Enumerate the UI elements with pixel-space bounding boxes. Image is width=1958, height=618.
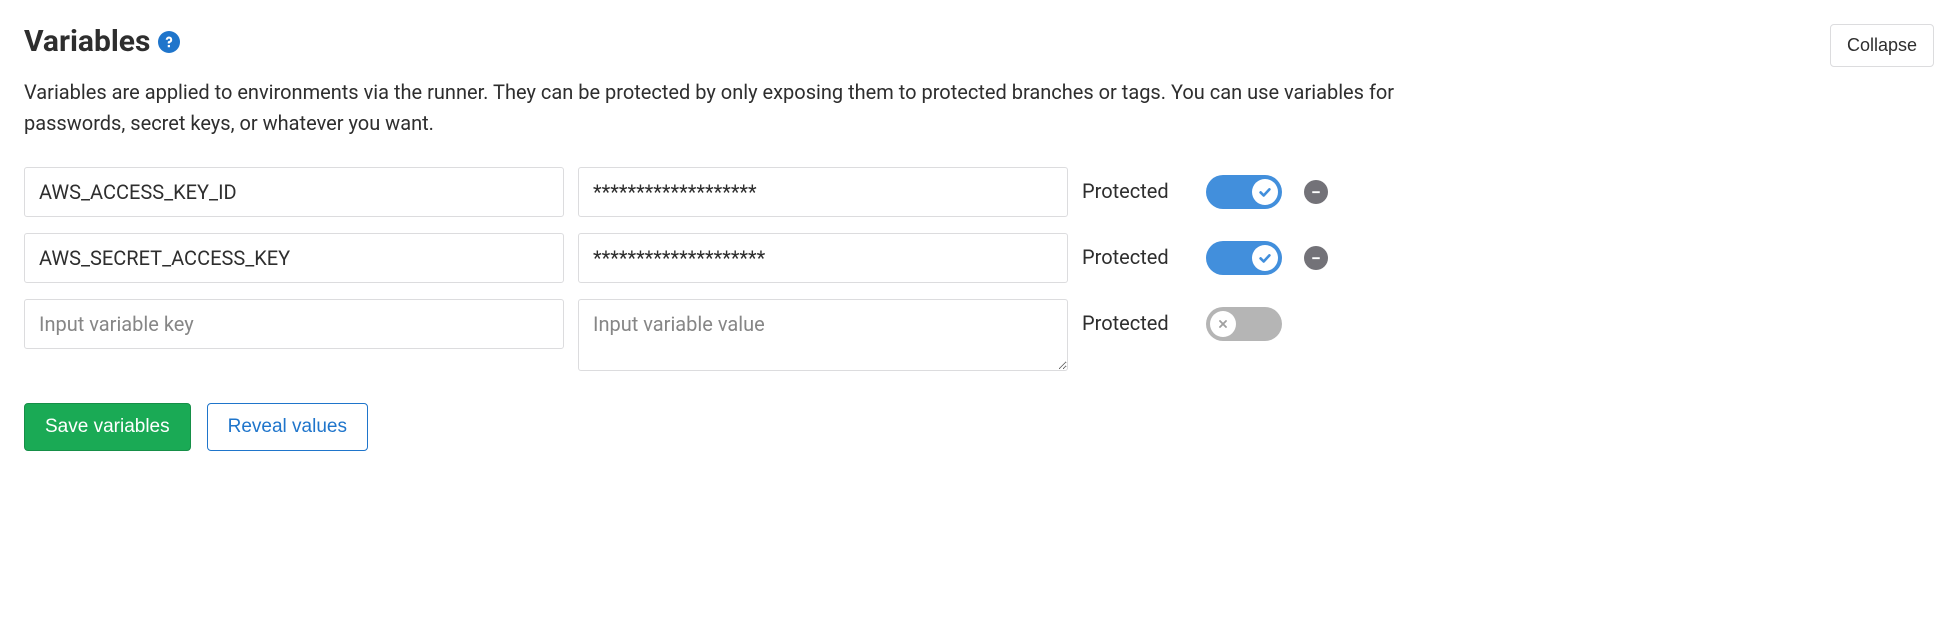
remove-variable-button[interactable] xyxy=(1304,180,1328,204)
protected-label: Protected xyxy=(1082,299,1192,335)
protected-toggle[interactable] xyxy=(1206,307,1282,341)
protected-toggle[interactable] xyxy=(1206,175,1282,209)
protected-label: Protected xyxy=(1082,233,1192,269)
page-title: Variables xyxy=(24,24,150,59)
variable-value-input[interactable] xyxy=(578,167,1068,217)
help-icon[interactable] xyxy=(158,31,180,53)
variable-value-input[interactable] xyxy=(578,299,1068,371)
variable-value-input[interactable] xyxy=(578,233,1068,283)
remove-variable-button[interactable] xyxy=(1304,246,1328,270)
collapse-button[interactable]: Collapse xyxy=(1830,24,1934,67)
variable-key-input[interactable] xyxy=(24,299,564,349)
check-icon xyxy=(1252,245,1278,271)
variable-row: Protected xyxy=(24,167,1934,217)
save-variables-button[interactable]: Save variables xyxy=(24,403,191,451)
close-icon xyxy=(1210,311,1236,337)
variable-key-input[interactable] xyxy=(24,233,564,283)
check-icon xyxy=(1252,179,1278,205)
reveal-values-button[interactable]: Reveal values xyxy=(207,403,368,451)
minus-icon xyxy=(1310,249,1322,268)
variable-row-new: Protected xyxy=(24,299,1934,371)
description-text: Variables are applied to environments vi… xyxy=(24,77,1424,139)
variable-key-input[interactable] xyxy=(24,167,564,217)
variable-row: Protected xyxy=(24,233,1934,283)
protected-label: Protected xyxy=(1082,167,1192,203)
minus-icon xyxy=(1310,183,1322,202)
protected-toggle[interactable] xyxy=(1206,241,1282,275)
